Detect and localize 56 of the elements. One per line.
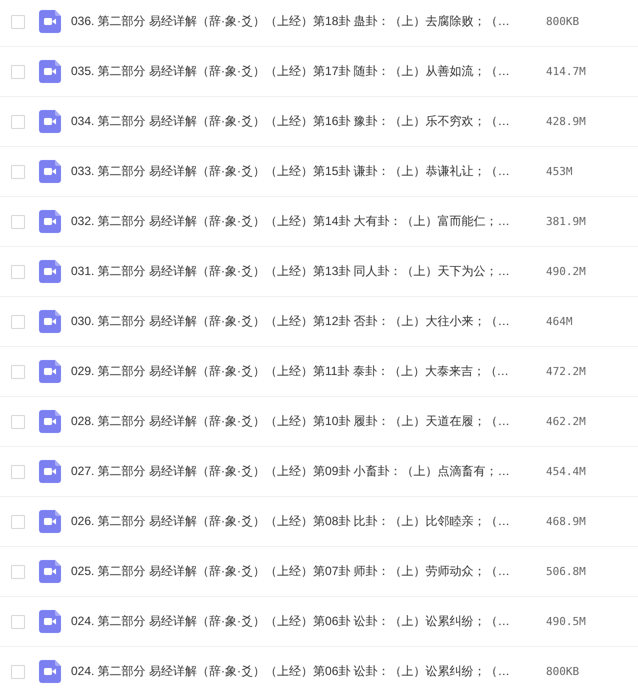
checkbox[interactable] [11, 164, 25, 178]
checkbox[interactable] [11, 314, 25, 328]
file-name[interactable]: 024. 第二部分 易经详解（辞·象·爻）（上经）第06卦 讼卦：（上）讼累纠纷；（… [71, 613, 533, 630]
file-size: 468.9M [546, 515, 586, 528]
video-file-icon [39, 260, 61, 283]
file-name[interactable]: 026. 第二部分 易经详解（辞·象·爻）（上经）第08卦 比卦：（上）比邻睦亲；（… [71, 513, 533, 530]
file-name[interactable]: 033. 第二部分 易经详解（辞·象·爻）（上经）第15卦 谦卦：（上）恭谦礼让；（… [71, 163, 533, 180]
file-size: 506.8M [546, 565, 586, 578]
checkbox[interactable] [11, 614, 25, 628]
checkbox[interactable] [11, 114, 25, 128]
video-file-icon [39, 110, 61, 133]
video-file-icon [39, 460, 61, 483]
file-size: 800KB [546, 665, 580, 678]
video-file-icon [39, 410, 61, 433]
checkbox[interactable] [11, 514, 25, 528]
file-name[interactable]: 028. 第二部分 易经详解（辞·象·爻）（上经）第10卦 履卦：（上）天道在履；（… [71, 413, 533, 430]
checkbox[interactable] [11, 14, 25, 28]
video-file-icon [39, 210, 61, 233]
video-file-icon [39, 310, 61, 333]
file-name[interactable]: 029. 第二部分 易经详解（辞·象·爻）（上经）第11卦 泰卦：（上）大泰来吉；（… [71, 363, 533, 380]
checkbox[interactable] [11, 64, 25, 78]
video-file-icon [39, 360, 61, 383]
video-file-icon [39, 660, 61, 683]
file-name[interactable]: 034. 第二部分 易经详解（辞·象·爻）（上经）第16卦 豫卦：（上）乐不穷欢；（… [71, 113, 533, 130]
checkbox[interactable] [11, 364, 25, 378]
file-size: 472.2M [546, 365, 586, 378]
file-size: 454.4M [546, 465, 586, 478]
checkbox[interactable] [11, 464, 25, 478]
checkbox[interactable] [11, 664, 25, 678]
file-size: 800KB [546, 15, 580, 28]
file-size: 453M [546, 165, 572, 178]
file-name[interactable]: 024. 第二部分 易经详解（辞·象·爻）（上经）第06卦 讼卦：（上）讼累纠纷；（… [71, 663, 533, 680]
file-size: 414.7M [546, 65, 586, 78]
video-file-icon [39, 60, 61, 83]
video-file-icon [39, 510, 61, 533]
file-name[interactable]: 036. 第二部分 易经详解（辞·象·爻）（上经）第18卦 蛊卦：（上）去腐除败；（… [71, 13, 533, 30]
checkbox[interactable] [11, 214, 25, 228]
video-file-icon [39, 610, 61, 633]
file-size: 462.2M [546, 415, 586, 428]
file-name[interactable]: 032. 第二部分 易经详解（辞·象·爻）（上经）第14卦 大有卦：（上）富而能仁；… [71, 213, 533, 230]
file-size: 464M [546, 315, 572, 328]
checkbox[interactable] [11, 264, 25, 278]
checkbox[interactable] [11, 564, 25, 578]
checkbox[interactable] [11, 414, 25, 428]
video-file-icon [39, 560, 61, 583]
file-name[interactable]: 030. 第二部分 易经详解（辞·象·爻）（上经）第12卦 否卦：（上）大往小来；（… [71, 313, 533, 330]
file-size: 490.5M [546, 615, 586, 628]
file-size: 381.9M [546, 215, 586, 228]
file-size: 490.2M [546, 265, 586, 278]
file-name[interactable]: 025. 第二部分 易经详解（辞·象·爻）（上经）第07卦 师卦：（上）劳师动众；（… [71, 563, 533, 580]
video-file-icon [39, 160, 61, 183]
file-name[interactable]: 031. 第二部分 易经详解（辞·象·爻）（上经）第13卦 同人卦：（上）天下为公；… [71, 263, 533, 280]
file-name[interactable]: 035. 第二部分 易经详解（辞·象·爻）（上经）第17卦 随卦：（上）从善如流；（… [71, 63, 533, 80]
file-name[interactable]: 027. 第二部分 易经详解（辞·象·爻）（上经）第09卦 小畜卦：（上）点滴畜有；… [71, 463, 533, 480]
file-size: 428.9M [546, 115, 586, 128]
video-file-icon [39, 10, 61, 33]
